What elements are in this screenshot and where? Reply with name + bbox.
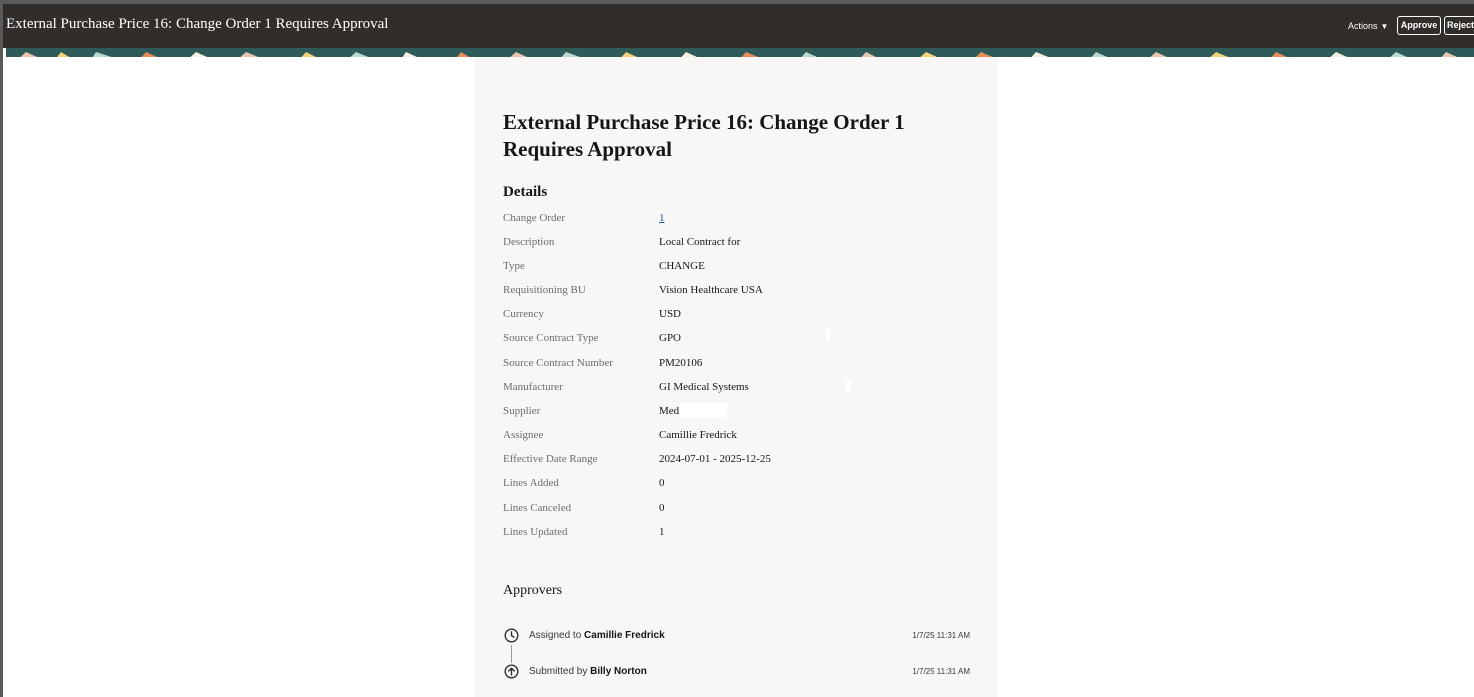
detail-row-currency: Currency USD bbox=[503, 308, 983, 328]
detail-row-effective-date-range: Effective Date Range 2024-07-01 - 2025-1… bbox=[503, 453, 983, 473]
detail-value: Med bbox=[659, 405, 680, 417]
detail-row-requisitioning-bu: Requisitioning BU Vision Healthcare USA bbox=[503, 284, 983, 304]
detail-row-manufacturer: Manufacturer GI Medical Systems bbox=[503, 381, 983, 401]
detail-value: GPO bbox=[659, 332, 682, 344]
caret-down-icon: ▼ bbox=[1380, 22, 1389, 31]
approver-timestamp: 1/7/25 11:31 AM bbox=[912, 631, 970, 640]
approver-action: Assigned to bbox=[529, 630, 582, 641]
top-bar: External Purchase Price 16: Change Order… bbox=[3, 0, 1474, 48]
detail-label: Effective Date Range bbox=[503, 453, 598, 465]
detail-label: Supplier bbox=[503, 405, 541, 417]
clock-icon bbox=[504, 628, 519, 643]
detail-label: Assignee bbox=[503, 429, 544, 441]
detail-row-change-order: Change Order 1 bbox=[503, 212, 983, 232]
detail-row-lines-added: Lines Added 0 bbox=[503, 477, 983, 497]
approver-action: Submitted by bbox=[529, 666, 588, 677]
detail-value: CHANGE bbox=[659, 260, 705, 272]
approvers-section-title: Approvers bbox=[503, 583, 563, 598]
detail-row-source-contract-number: Source Contract Number PM20106 bbox=[503, 357, 983, 377]
window-title: External Purchase Price 16: Change Order… bbox=[6, 16, 389, 32]
detail-row-lines-canceled: Lines Canceled 0 bbox=[503, 502, 983, 522]
approver-name: Camillie Fredrick bbox=[584, 630, 665, 641]
detail-value: Vision Healthcare USA bbox=[659, 284, 763, 296]
application-window: External Purchase Price 16: Change Order… bbox=[0, 0, 1474, 697]
detail-label: Lines Canceled bbox=[503, 502, 572, 514]
detail-label: Description bbox=[503, 236, 555, 248]
detail-value: Local Contract for bbox=[659, 236, 741, 248]
detail-label: Currency bbox=[503, 308, 544, 320]
page-title: External Purchase Price 16: Change Order… bbox=[503, 110, 905, 161]
detail-value: 0 bbox=[659, 502, 665, 514]
reject-button[interactable]: Reject bbox=[1444, 16, 1474, 35]
decorative-banner bbox=[6, 48, 1474, 57]
detail-label: Lines Added bbox=[503, 477, 559, 489]
detail-row-description: Description Local Contract for bbox=[503, 236, 983, 256]
detail-label: Lines Updated bbox=[503, 526, 568, 538]
detail-value: GI Medical Systems bbox=[659, 381, 749, 393]
redaction-block bbox=[846, 381, 851, 393]
detail-value: USD bbox=[659, 308, 682, 320]
detail-row-source-contract-type: Source Contract Type GPO bbox=[503, 332, 983, 352]
approver-timestamp: 1/7/25 11:31 AM bbox=[912, 667, 970, 676]
detail-value: 1 bbox=[659, 526, 665, 538]
detail-value: 2024-07-01 - 2025-12-25 bbox=[659, 453, 771, 465]
actions-menu[interactable]: Actions ▼ bbox=[1348, 21, 1388, 31]
detail-label: Source Contract Type bbox=[503, 332, 599, 344]
detail-value: 0 bbox=[659, 477, 665, 489]
actions-label: Actions bbox=[1348, 21, 1378, 31]
detail-row-lines-updated: Lines Updated 1 bbox=[503, 526, 983, 546]
detail-label: Type bbox=[503, 260, 525, 272]
detail-value: PM20106 bbox=[659, 357, 703, 369]
approve-button[interactable]: Approve bbox=[1397, 16, 1441, 35]
details-section-title: Details bbox=[503, 184, 548, 200]
approver-entry-submitted: Submitted by Billy Norton bbox=[529, 666, 647, 677]
detail-label: Manufacturer bbox=[503, 381, 563, 393]
detail-row-type: Type CHANGE bbox=[503, 260, 983, 280]
change-order-link[interactable]: 1 bbox=[659, 212, 665, 224]
detail-label: Change Order bbox=[503, 212, 566, 224]
arrow-up-circle-icon bbox=[504, 664, 519, 679]
approver-name: Billy Norton bbox=[590, 666, 647, 677]
detail-row-supplier: Supplier Med bbox=[503, 405, 983, 425]
detail-label: Source Contract Number bbox=[503, 357, 613, 369]
detail-label: Requisitioning BU bbox=[503, 284, 586, 296]
notification-card: External Purchase Price 16: Change Order… bbox=[475, 57, 998, 697]
timeline-connector bbox=[511, 645, 512, 663]
redaction-block bbox=[826, 329, 830, 341]
detail-value: Camillie Fredrick bbox=[659, 429, 737, 441]
redaction-block bbox=[680, 403, 727, 417]
detail-row-assignee: Assignee Camillie Fredrick bbox=[503, 429, 983, 449]
approver-entry-assigned: Assigned to Camillie Fredrick bbox=[529, 630, 665, 641]
